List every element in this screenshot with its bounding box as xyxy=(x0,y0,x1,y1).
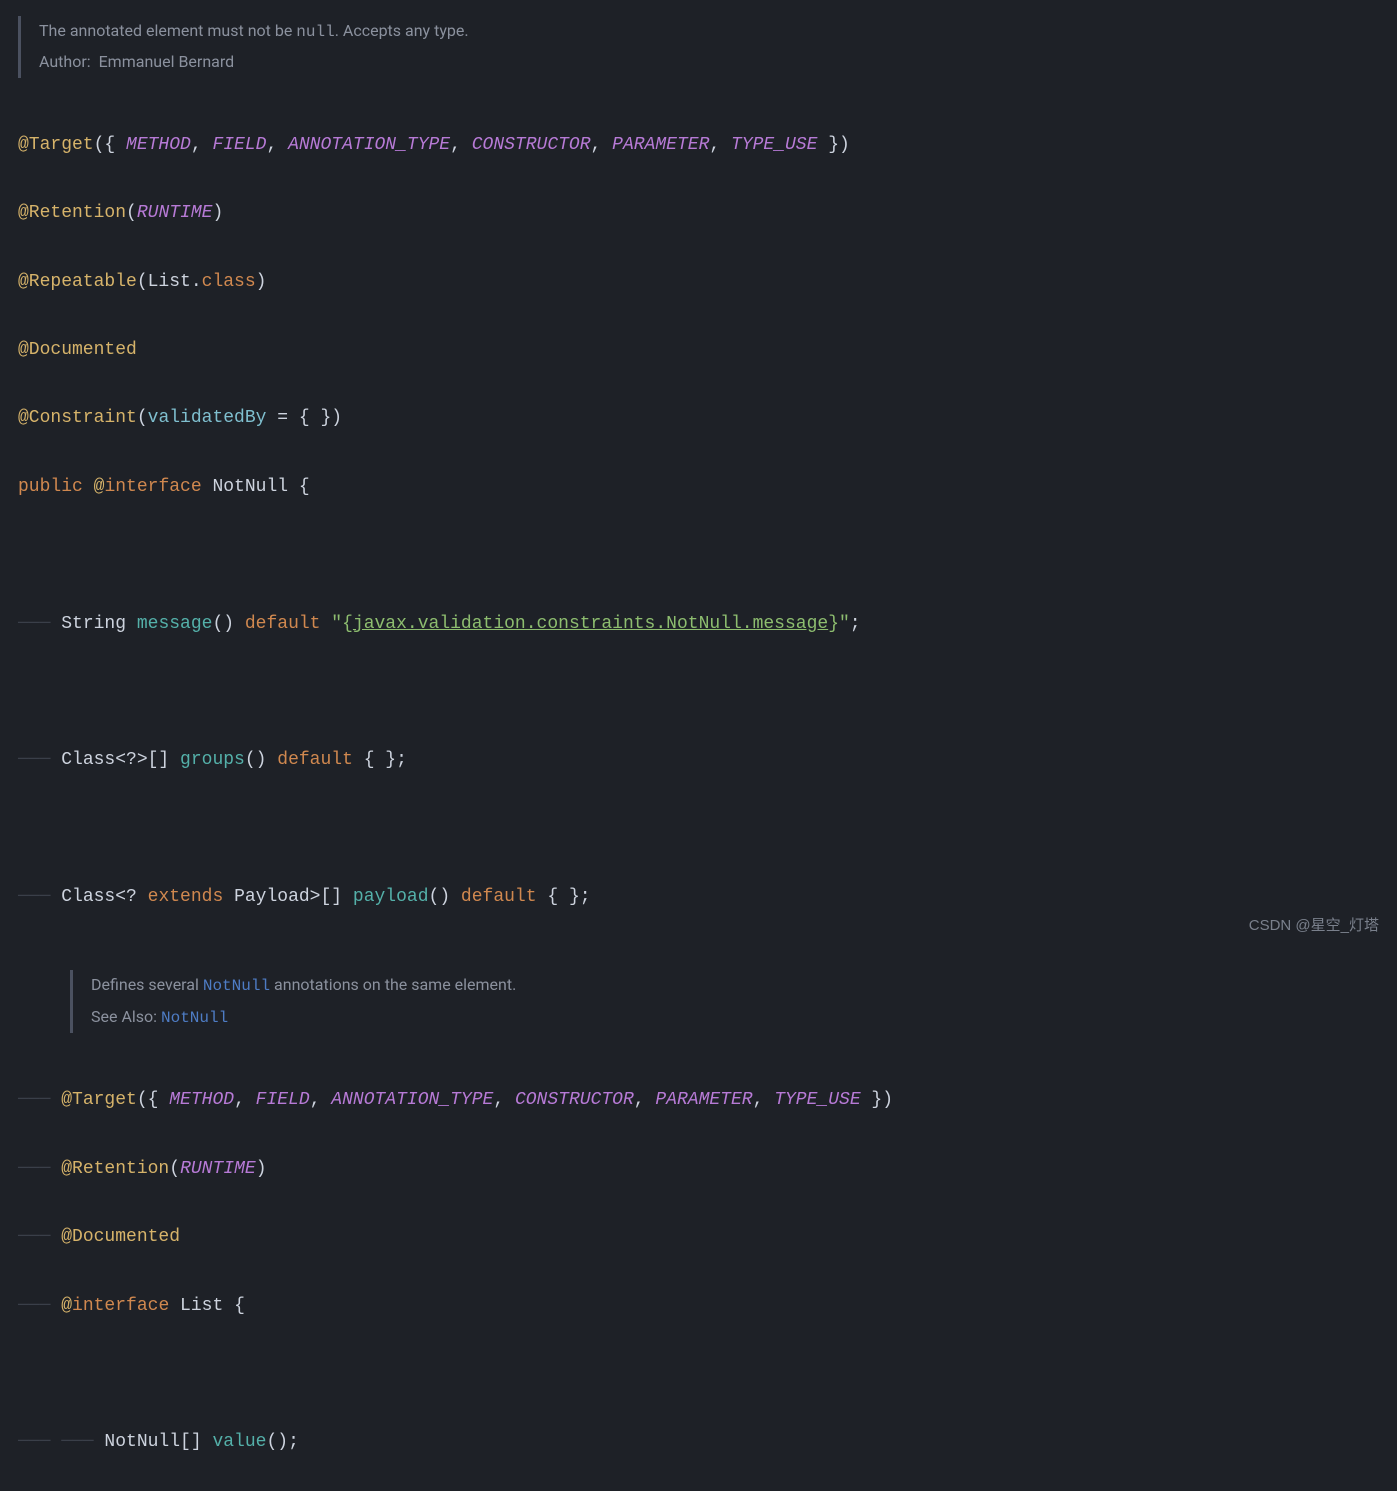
code-line[interactable]: @Retention(RUNTIME) xyxy=(18,196,1397,230)
watermark: CSDN @星空_灯塔 xyxy=(1249,912,1379,941)
code-line[interactable]: ─── String message() default "{javax.val… xyxy=(18,607,1397,641)
code-line[interactable]: @Constraint(validatedBy = { }) xyxy=(18,401,1397,435)
code-line[interactable] xyxy=(18,675,1397,709)
code-line[interactable] xyxy=(18,538,1397,572)
indent-guide: ─── xyxy=(18,1090,61,1110)
code-line[interactable]: ─── @interface List { xyxy=(18,1289,1397,1323)
code-line[interactable]: ─── Class<? extends Payload>[] payload()… xyxy=(18,880,1397,914)
code-editor[interactable]: ─── @Target({ METHOD, FIELD, ANNOTATION_… xyxy=(18,1049,1397,1491)
code-editor[interactable]: @Target({ METHOD, FIELD, ANNOTATION_TYPE… xyxy=(18,94,1397,949)
javadoc-block: The annotated element must not be null. … xyxy=(18,16,1397,78)
indent-guide: ─── xyxy=(18,1296,61,1316)
code-line[interactable]: ─── Class<?>[] groups() default { }; xyxy=(18,743,1397,777)
indent-guide: ─── xyxy=(18,614,61,634)
indent-guide: ─── ─── xyxy=(18,1432,104,1452)
code-line[interactable]: ─── @Documented xyxy=(18,1220,1397,1254)
code-line[interactable]: ─── @Target({ METHOD, FIELD, ANNOTATION_… xyxy=(18,1083,1397,1117)
indent-guide: ─── xyxy=(18,887,61,907)
javadoc-see-also: See Also: NotNull xyxy=(91,1002,1397,1033)
indent-guide: ─── xyxy=(18,1227,61,1247)
code-line[interactable]: public @interface NotNull { xyxy=(18,470,1397,504)
code-line[interactable]: ─── @Retention(RUNTIME) xyxy=(18,1152,1397,1186)
code-line[interactable] xyxy=(18,1357,1397,1391)
javadoc-author: Author: Emmanuel Bernard xyxy=(39,47,1397,77)
javadoc-block-inner: Defines several NotNull annotations on t… xyxy=(70,970,1397,1033)
javadoc-description: The annotated element must not be null. … xyxy=(39,16,1397,47)
code-line[interactable]: @Target({ METHOD, FIELD, ANNOTATION_TYPE… xyxy=(18,128,1397,162)
indent-guide: ─── xyxy=(18,750,61,770)
code-literal-null: null xyxy=(296,23,334,41)
indent-guide: ─── xyxy=(18,1159,61,1179)
doc-link-notnull[interactable]: NotNull xyxy=(161,1009,228,1027)
code-line[interactable]: ─── ─── NotNull[] value(); xyxy=(18,1425,1397,1459)
code-line[interactable]: @Documented xyxy=(18,333,1397,367)
doc-link-notnull[interactable]: NotNull xyxy=(203,977,270,995)
code-line[interactable]: @Repeatable(List.class) xyxy=(18,265,1397,299)
code-line[interactable] xyxy=(18,812,1397,846)
javadoc-description: Defines several NotNull annotations on t… xyxy=(91,970,1397,1001)
